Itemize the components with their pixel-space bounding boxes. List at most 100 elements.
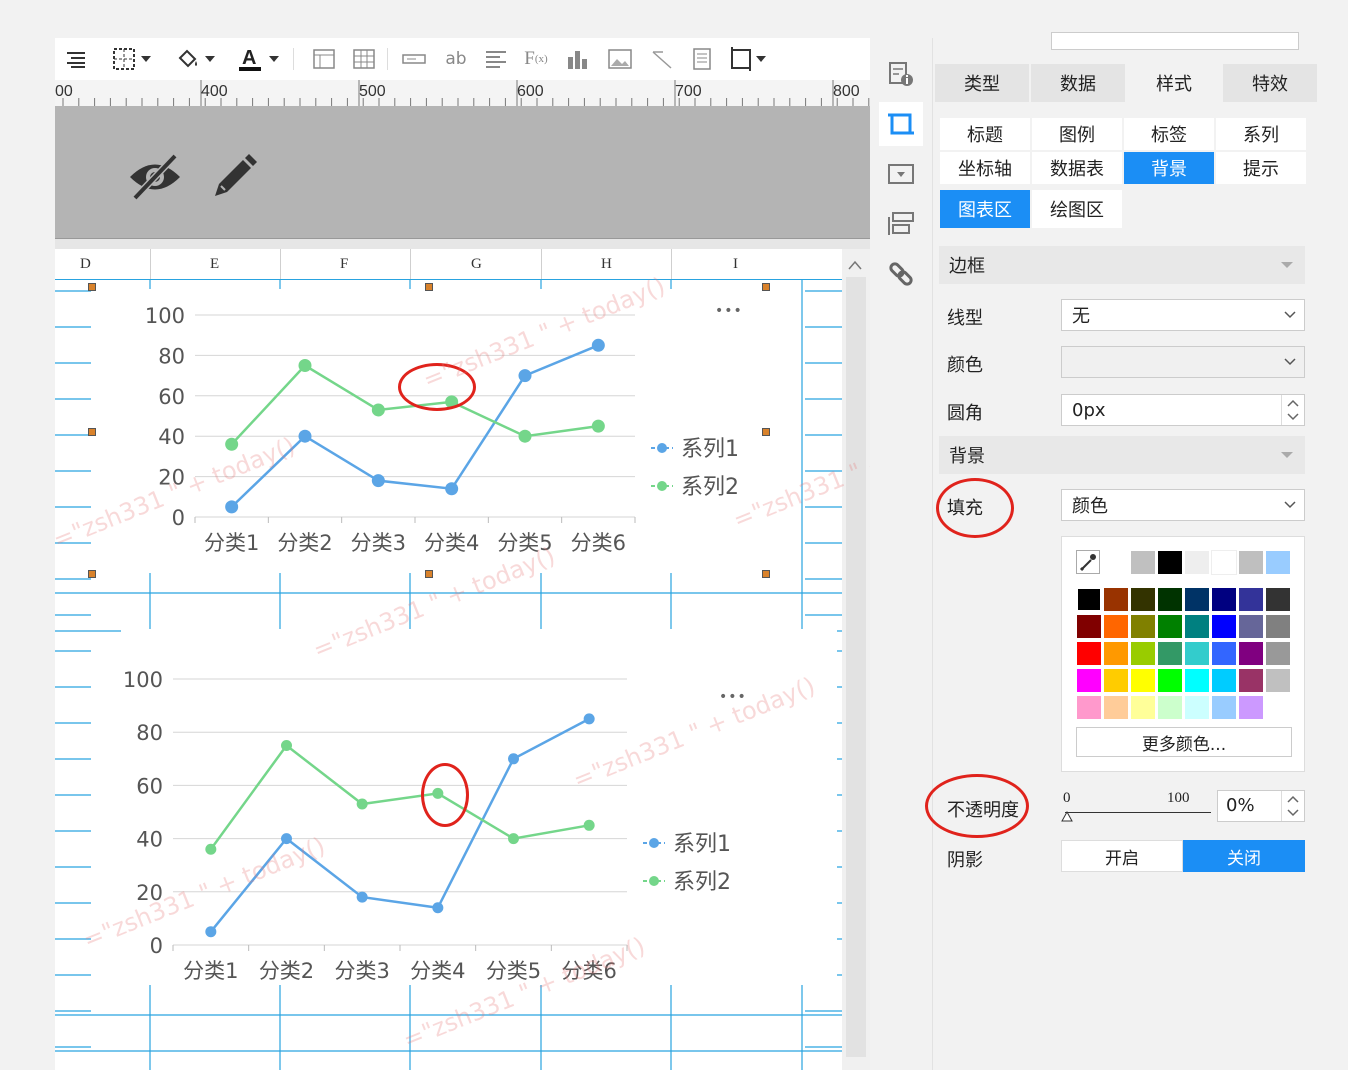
color-swatch[interactable]	[1238, 695, 1264, 720]
color-swatch[interactable]	[1103, 695, 1129, 720]
color-swatch[interactable]	[1157, 641, 1183, 666]
chevron-up-icon[interactable]	[848, 255, 862, 274]
recent-color-swatch[interactable]	[1265, 550, 1291, 575]
color-swatch[interactable]	[1076, 668, 1102, 693]
color-swatch[interactable]	[1265, 587, 1291, 612]
link-icon[interactable]	[879, 252, 923, 296]
subtab-axis[interactable]: 坐标轴	[940, 152, 1030, 184]
subtab-series[interactable]: 系列	[1216, 118, 1306, 150]
color-swatch[interactable]	[1184, 614, 1210, 639]
color-swatch[interactable]	[1184, 668, 1210, 693]
font-color-icon[interactable]: A	[237, 46, 263, 72]
background-section[interactable]: 背景	[939, 436, 1305, 474]
textbox-icon[interactable]	[401, 46, 427, 72]
stepper-icon[interactable]	[1281, 395, 1304, 425]
tab-effects[interactable]: 特效	[1223, 64, 1317, 102]
bar-chart-icon[interactable]	[565, 46, 591, 72]
stepper-icon[interactable]	[1281, 791, 1304, 821]
color-swatch[interactable]	[1157, 614, 1183, 639]
recent-color-swatch[interactable]	[1238, 550, 1264, 575]
color-swatch[interactable]	[1130, 668, 1156, 693]
color-swatch[interactable]	[1211, 668, 1237, 693]
color-swatch[interactable]	[1130, 614, 1156, 639]
chevron-down-icon[interactable]	[267, 46, 281, 72]
line-chart-1[interactable]: 100 80 60 40 20 0 分类1 分类2 分类3 分类4 分类5 分类6 系列1 系列2 •••	[95, 289, 771, 573]
color-swatch[interactable]	[1211, 695, 1237, 720]
layer-icon[interactable]	[879, 202, 923, 246]
subtab-tooltip[interactable]: 提示	[1216, 152, 1306, 184]
color-swatch[interactable]	[1184, 587, 1210, 612]
line-chart-2[interactable]: 100 80 60 40 20 0 分类1 分类2 分类3 分类4 分类5 分类6 系列1 系列2 •••	[121, 629, 837, 985]
line-type-select[interactable]: 无	[1061, 299, 1305, 331]
chevron-down-icon[interactable]	[203, 46, 217, 72]
tab-type[interactable]: 类型	[935, 64, 1029, 102]
color-swatch[interactable]	[1076, 614, 1102, 639]
scrollbar-thumb[interactable]	[846, 277, 866, 1057]
color-swatch[interactable]	[1157, 668, 1183, 693]
tab-data[interactable]: 数据	[1031, 64, 1125, 102]
color-swatch[interactable]	[1238, 587, 1264, 612]
border-color-select[interactable]	[1061, 346, 1305, 378]
color-swatch[interactable]	[1130, 695, 1156, 720]
more-colors-button[interactable]: 更多颜色...	[1076, 727, 1292, 757]
color-swatch[interactable]	[1184, 695, 1210, 720]
subtab-label[interactable]: 标签	[1124, 118, 1214, 150]
color-swatch[interactable]	[1238, 641, 1264, 666]
vertical-scrollbar[interactable]	[842, 249, 870, 1070]
color-swatch[interactable]	[1076, 641, 1102, 666]
subtab-datatable[interactable]: 数据表	[1032, 152, 1122, 184]
color-swatch[interactable]	[1211, 641, 1237, 666]
cell-info-icon[interactable]	[879, 52, 923, 96]
recent-color-swatch[interactable]	[1211, 550, 1237, 575]
recent-color-swatch[interactable]	[1130, 550, 1156, 575]
color-swatch[interactable]	[1265, 641, 1291, 666]
text-icon[interactable]: ab	[443, 46, 469, 72]
more-options-icon[interactable]: •••	[719, 689, 747, 705]
color-swatch[interactable]	[1211, 614, 1237, 639]
color-swatch[interactable]	[1157, 587, 1183, 612]
shadow-on-button[interactable]: 开启	[1061, 840, 1183, 872]
slash-shape-icon[interactable]	[649, 46, 675, 72]
widget-icon[interactable]	[879, 152, 923, 196]
chevron-down-icon[interactable]	[139, 46, 153, 72]
color-swatch[interactable]	[1103, 641, 1129, 666]
shadow-off-button[interactable]: 关闭	[1183, 840, 1305, 872]
frame-icon[interactable]	[729, 46, 755, 72]
color-swatch[interactable]	[1238, 668, 1264, 693]
color-swatch[interactable]	[1103, 614, 1129, 639]
color-swatch[interactable]	[1076, 587, 1102, 612]
eyedropper-icon[interactable]	[1076, 550, 1100, 574]
subtab-background[interactable]: 背景	[1124, 152, 1214, 184]
color-swatch[interactable]	[1130, 641, 1156, 666]
subtab-title[interactable]: 标题	[940, 118, 1030, 150]
color-swatch[interactable]	[1238, 614, 1264, 639]
recent-color-swatch[interactable]	[1157, 550, 1183, 575]
color-swatch[interactable]	[1184, 641, 1210, 666]
color-swatch[interactable]	[1157, 695, 1183, 720]
eye-hidden-icon[interactable]	[127, 153, 183, 204]
opacity-input[interactable]: 0%	[1217, 790, 1305, 822]
tab-chart-area[interactable]: 图表区	[940, 190, 1030, 228]
document-icon[interactable]	[689, 46, 715, 72]
image-icon[interactable]	[607, 46, 633, 72]
table-icon[interactable]	[311, 46, 337, 72]
grid-icon[interactable]	[351, 46, 377, 72]
tab-style[interactable]: 样式	[1127, 64, 1221, 102]
color-swatch[interactable]	[1103, 587, 1129, 612]
color-swatch[interactable]	[1103, 668, 1129, 693]
border-icon[interactable]	[111, 46, 137, 72]
chart-frame-icon[interactable]	[879, 102, 923, 146]
color-swatch[interactable]	[1130, 587, 1156, 612]
color-swatch[interactable]	[1265, 668, 1291, 693]
chevron-down-icon[interactable]	[755, 46, 767, 72]
color-swatch[interactable]	[1265, 695, 1291, 720]
border-section[interactable]: 边框	[939, 246, 1305, 284]
color-swatch[interactable]	[1076, 695, 1102, 720]
recent-color-swatch[interactable]	[1184, 550, 1210, 575]
radius-input[interactable]: 0px	[1061, 394, 1305, 426]
formula-icon[interactable]: F (x)	[523, 46, 549, 72]
more-options-icon[interactable]: •••	[715, 303, 743, 319]
paint-bucket-icon[interactable]	[175, 46, 201, 72]
pencil-icon[interactable]	[207, 152, 259, 208]
opacity-slider[interactable]	[1065, 812, 1211, 813]
